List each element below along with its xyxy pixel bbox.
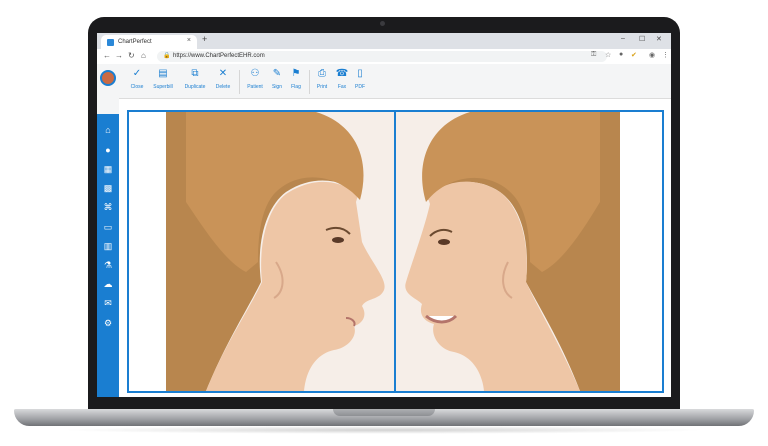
calendar-icon[interactable]: ▦	[102, 163, 114, 175]
new-tab-button[interactable]: +	[202, 34, 207, 44]
sign-label: Sign	[271, 84, 282, 90]
close-label: Close	[130, 84, 144, 90]
comparison-divider	[394, 110, 396, 393]
settings-icon[interactable]: ⚙	[102, 317, 114, 329]
cloud-icon[interactable]: ☁	[102, 278, 114, 290]
printer-icon: ⎙	[318, 68, 326, 79]
browser-tab[interactable]: ChartPerfect ×	[101, 35, 197, 49]
checkmark-icon: ✓	[132, 68, 142, 79]
id-card-icon[interactable]: ▭	[102, 221, 114, 233]
lab-flask-icon[interactable]: ⚗	[102, 259, 114, 271]
home-icon[interactable]: ⌂	[102, 124, 114, 136]
superbill-button[interactable]: ▤ Superbill	[150, 68, 176, 90]
laptop-shadow	[60, 426, 708, 434]
delete-x-icon: ✕	[218, 68, 228, 79]
pdf-file-icon: ▯	[357, 68, 363, 79]
forward-icon[interactable]: →	[115, 51, 123, 60]
delete-button[interactable]: ✕ Delete	[213, 68, 233, 90]
chat-icon[interactable]: ✉	[102, 297, 114, 309]
after-photo	[396, 112, 620, 391]
tab-title: ChartPerfect	[118, 39, 152, 45]
key-icon[interactable]: ⚿	[591, 51, 596, 59]
flag-icon: ⚑	[291, 68, 301, 79]
superbill-label: Superbill	[153, 84, 173, 90]
screen: ChartPerfect × + – ☐ ✕ ← → ↻ ⌂ 🔒 https:/…	[97, 33, 671, 397]
delete-label: Delete	[215, 84, 231, 90]
reload-icon[interactable]: ↻	[128, 51, 135, 60]
chart-icon[interactable]: ⌘	[102, 201, 114, 213]
building-icon[interactable]: ▥	[102, 240, 114, 252]
lock-icon: 🔒	[163, 53, 171, 59]
document-viewer	[119, 99, 671, 397]
browser-tab-bar: ChartPerfect × + – ☐ ✕	[97, 33, 671, 49]
app-toolbar: ✓ Close ▤ Superbill ⧉ Duplicate ✕ Delete…	[119, 64, 671, 99]
toolbar-divider	[239, 70, 240, 94]
toolbar-divider	[309, 70, 310, 94]
duplicate-icon: ⧉	[191, 68, 199, 79]
maximize-button[interactable]: ☐	[639, 35, 645, 43]
print-button[interactable]: ⎙ Print	[314, 68, 330, 90]
fax-label: Fax	[337, 84, 347, 90]
pdf-button[interactable]: ▯ PDF	[352, 68, 368, 90]
flag-button[interactable]: ⚑ Flag	[288, 68, 304, 90]
user-icon[interactable]: ●	[102, 144, 114, 156]
flag-label: Flag	[291, 84, 301, 90]
grid-icon[interactable]: ▩	[102, 182, 114, 194]
fax-button[interactable]: ☎ Fax	[334, 68, 350, 90]
profile-icon[interactable]: ◉	[649, 51, 655, 59]
patient-label: Patient	[247, 84, 263, 90]
duplicate-label: Duplicate	[184, 84, 206, 90]
before-photo	[166, 112, 394, 391]
extension-icon[interactable]: ●	[619, 51, 623, 58]
avatar[interactable]	[100, 70, 116, 86]
tab-close-icon[interactable]: ×	[187, 37, 191, 44]
url-text: https://www.ChartPerfectEHR.com	[173, 53, 265, 59]
superbill-icon: ▤	[158, 68, 168, 79]
sign-pen-icon: ✎	[272, 68, 282, 79]
patient-icon: ⚇	[250, 68, 260, 79]
minimize-button[interactable]: –	[621, 35, 625, 42]
close-window-button[interactable]: ✕	[656, 35, 662, 43]
back-icon[interactable]: ←	[103, 51, 111, 60]
home-nav-icon[interactable]: ⌂	[141, 51, 146, 60]
url-field[interactable]: 🔒 https://www.ChartPerfectEHR.com	[157, 51, 607, 62]
print-label: Print	[316, 84, 328, 90]
tab-favicon-icon	[107, 38, 114, 46]
bookmark-star-icon[interactable]: ☆	[605, 51, 611, 59]
sign-button[interactable]: ✎ Sign	[269, 68, 285, 90]
pdf-label: PDF	[355, 84, 365, 90]
close-button[interactable]: ✓ Close	[129, 68, 145, 90]
extension-v-icon[interactable]: ✔	[631, 51, 637, 59]
webcam	[380, 21, 385, 26]
fax-icon: ☎	[335, 68, 349, 79]
browser-address-bar: ← → ↻ ⌂ 🔒 https://www.ChartPerfectEHR.co…	[97, 49, 671, 65]
patient-button[interactable]: ⚇ Patient	[244, 68, 266, 90]
laptop-notch	[333, 409, 435, 416]
duplicate-button[interactable]: ⧉ Duplicate	[182, 68, 208, 90]
menu-dots-icon[interactable]: ⋮	[662, 51, 669, 59]
